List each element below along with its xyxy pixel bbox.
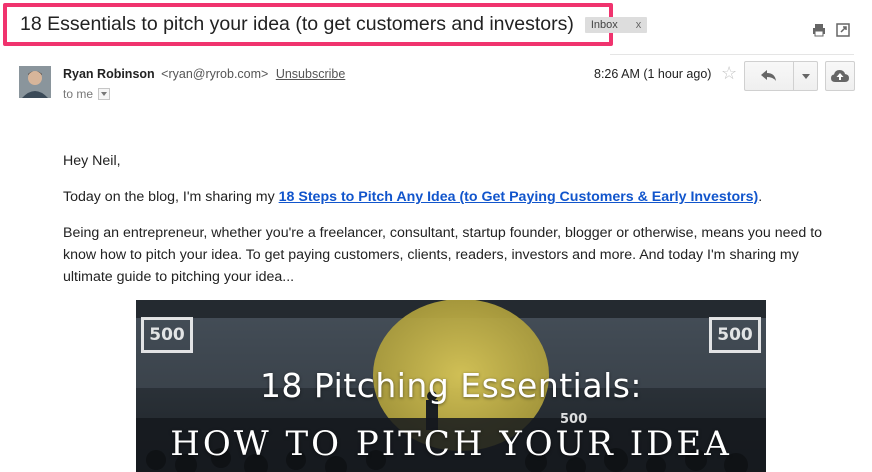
reply-button-group: [744, 61, 818, 91]
chevron-down-icon: [101, 92, 108, 96]
print-icon[interactable]: [812, 23, 826, 37]
cloud-upload-icon: [831, 70, 849, 82]
intro-suffix: .: [758, 189, 763, 205]
star-icon[interactable]: ☆: [721, 63, 737, 84]
reply-button[interactable]: [745, 62, 793, 90]
recipient-text: to me: [63, 87, 94, 101]
logo-tile-left: 500: [141, 317, 193, 353]
email-body: Hey Neil, Today on the blog, I'm sharing…: [63, 150, 823, 288]
reply-icon: [761, 70, 776, 81]
remove-label-button[interactable]: x: [636, 17, 642, 33]
inbox-label-badge[interactable]: Inbox x: [584, 16, 648, 33]
email-subject: 18 Essentials to pitch your idea (to get…: [20, 13, 574, 35]
new-window-icon[interactable]: [836, 23, 850, 37]
timestamp: 8:26 AM (1 hour ago): [594, 67, 712, 81]
body-paragraph: Being an entrepreneur, whether you're a …: [63, 225, 823, 285]
save-to-drive-button[interactable]: [825, 61, 855, 91]
intro-prefix: Today on the blog, I'm sharing my: [63, 189, 279, 205]
hero-title: 18 Pitching Essentials:: [259, 366, 643, 405]
more-actions-button[interactable]: [793, 62, 817, 90]
sender-name[interactable]: Ryan Robinson: [63, 67, 155, 81]
logo-tile-right: 500: [709, 317, 761, 353]
inbox-label-text: Inbox: [590, 18, 618, 31]
unsubscribe-link[interactable]: Unsubscribe: [276, 67, 345, 81]
chevron-down-icon: [801, 73, 810, 79]
message-actions: [812, 23, 850, 37]
intro-paragraph: Today on the blog, I'm sharing my 18 Ste…: [63, 186, 823, 208]
show-details-button[interactable]: [98, 88, 111, 100]
hero-subtitle: HOW TO PITCH YOUR IDEA: [170, 424, 732, 464]
blog-post-link[interactable]: 18 Steps to Pitch Any Idea (to Get Payin…: [279, 189, 759, 205]
header-divider: [610, 54, 854, 55]
sender-email: <ryan@ryrob.com>: [161, 67, 269, 81]
sender-line: Ryan Robinson <ryan@ryrob.com> Unsubscri…: [63, 67, 345, 81]
avatar-image: [19, 66, 51, 98]
avatar[interactable]: [19, 66, 51, 98]
greeting: Hey Neil,: [63, 153, 121, 169]
subject-highlight: 18 Essentials to pitch your idea (to get…: [3, 3, 648, 46]
hero-image[interactable]: 500 500 500 18 Pitching Essentials: HOW …: [136, 300, 766, 472]
recipient-line: to me: [63, 87, 111, 101]
